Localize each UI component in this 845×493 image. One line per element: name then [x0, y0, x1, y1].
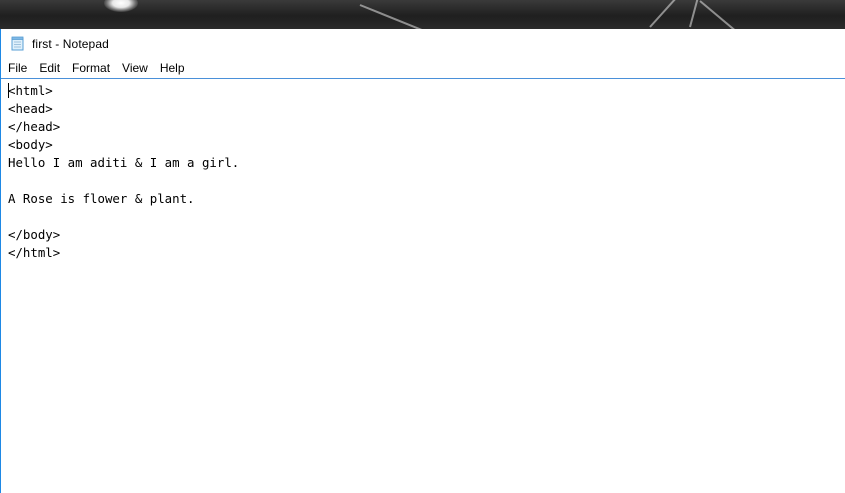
- menu-bar: File Edit Format View Help: [1, 58, 845, 79]
- desktop-background: [0, 0, 845, 29]
- menu-file[interactable]: File: [1, 58, 33, 78]
- menu-help[interactable]: Help: [154, 58, 191, 78]
- editor-content[interactable]: <html> <head> </head> <body> Hello I am …: [8, 82, 239, 262]
- title-bar[interactable]: first - Notepad: [1, 29, 845, 58]
- window-title: first - Notepad: [32, 36, 109, 51]
- notepad-icon: [10, 36, 25, 51]
- text-editor[interactable]: <html> <head> </head> <body> Hello I am …: [1, 79, 845, 493]
- menu-format[interactable]: Format: [66, 58, 116, 78]
- ceiling-beam: [699, 0, 747, 29]
- text-caret: [8, 83, 9, 98]
- notepad-window: first - Notepad File Edit Format View He…: [0, 29, 845, 493]
- ceiling-beam: [649, 0, 691, 28]
- menu-view[interactable]: View: [116, 58, 154, 78]
- ceiling-light: [104, 0, 138, 12]
- ceiling-beam: [359, 4, 444, 29]
- menu-edit[interactable]: Edit: [33, 58, 66, 78]
